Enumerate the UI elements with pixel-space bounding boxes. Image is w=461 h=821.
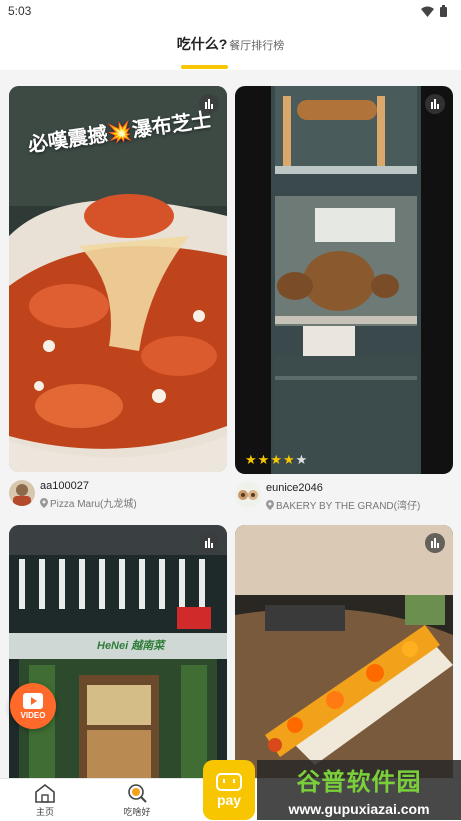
rating-stars: ★ ★ ★ ★ ★ (245, 453, 307, 466)
star-icon: ★ (257, 452, 270, 467)
search-food-icon (128, 784, 147, 803)
sushi-photo (235, 525, 453, 778)
restaurant-name: BAKERY BY THE GRAND(湾仔) (276, 501, 421, 512)
play-icon (23, 692, 43, 709)
username[interactable]: aa100027 (40, 480, 137, 492)
watermark-url: www.gupuxiazai.com (257, 798, 461, 820)
card-meta: aa100027 Pizza Maru(九龙城) (9, 472, 227, 510)
battery-icon (440, 5, 447, 17)
status-time: 5:03 (8, 4, 32, 18)
card-image-bakery[interactable]: ★ ★ ★ ★ ★ (235, 86, 453, 474)
pay-text: pay (216, 792, 242, 808)
avatar[interactable] (235, 482, 261, 508)
card-meta: eunice2046 BAKERY BY THE GRAND(湾仔) (235, 474, 453, 512)
nav-item-home[interactable]: 主页 (15, 783, 75, 818)
avatar[interactable] (9, 480, 35, 506)
bar-chart-icon (205, 538, 213, 548)
feed-card-sushi[interactable] (235, 525, 453, 778)
star-icon: ★ (270, 452, 282, 467)
watermark: pay 谷普软件园 www.gupuxiazai.com (203, 760, 461, 821)
restaurant-name: Pizza Maru(九龙城) (50, 499, 137, 510)
stats-badge (425, 94, 445, 114)
stats-badge (425, 533, 445, 553)
tab-active-indicator (181, 65, 228, 69)
bar-chart-icon (205, 99, 213, 109)
feed-grid[interactable]: 必嘆震撼💥瀑布芝士 aa100027 Pizza Maru(九龙城) ★ ★ ★… (0, 70, 461, 778)
tab-restaurant-ranking[interactable]: 餐厅排行榜 (229, 37, 284, 53)
stats-badge (199, 94, 219, 114)
bar-chart-icon (431, 99, 439, 109)
bar-chart-icon (431, 538, 439, 548)
face-icon (216, 773, 242, 791)
wifi-icon (421, 6, 434, 17)
star-icon: ★ (282, 452, 295, 467)
star-icon: ★ (245, 452, 257, 467)
nav-label-what-to-eat: 吃啥好 (123, 807, 151, 817)
location-pin-icon (266, 499, 274, 510)
top-header: 吃什么? 餐厅排行榜 (0, 22, 461, 70)
card-image-sushi[interactable] (235, 525, 453, 778)
nav-label-home: 主页 (35, 807, 54, 817)
stats-badge (199, 533, 219, 553)
tab-what-to-eat[interactable]: 吃什么? (177, 34, 228, 54)
card-image-pizza[interactable]: 必嘆震撼💥瀑布芝士 (9, 86, 227, 472)
username[interactable]: eunice2046 (266, 482, 420, 494)
feed-card-pizza[interactable]: 必嘆震撼💥瀑布芝士 aa100027 Pizza Maru(九龙城) (9, 86, 227, 510)
status-bar: 5:03 (0, 0, 461, 22)
home-icon (35, 783, 55, 803)
video-float-button[interactable]: VIDEO (10, 683, 56, 729)
feed-card-restaurant[interactable]: HeNei 越南菜 (9, 525, 227, 778)
card-image-restaurant[interactable]: HeNei 越南菜 (9, 525, 227, 778)
nav-item-what-to-eat[interactable]: 吃啥好 (107, 783, 167, 818)
video-label: VIDEO (20, 710, 46, 720)
location-pin-icon (40, 497, 48, 508)
bakery-photo (235, 86, 453, 474)
restaurant-sign: HeNei 越南菜 (97, 640, 165, 652)
watermark-text: 谷普软件园 (257, 760, 461, 798)
pay-logo: pay (203, 760, 255, 820)
feed-card-bakery[interactable]: ★ ★ ★ ★ ★ eunice2046 BAKERY BY THE GRAND… (235, 86, 453, 512)
star-icon: ★ (295, 452, 308, 467)
